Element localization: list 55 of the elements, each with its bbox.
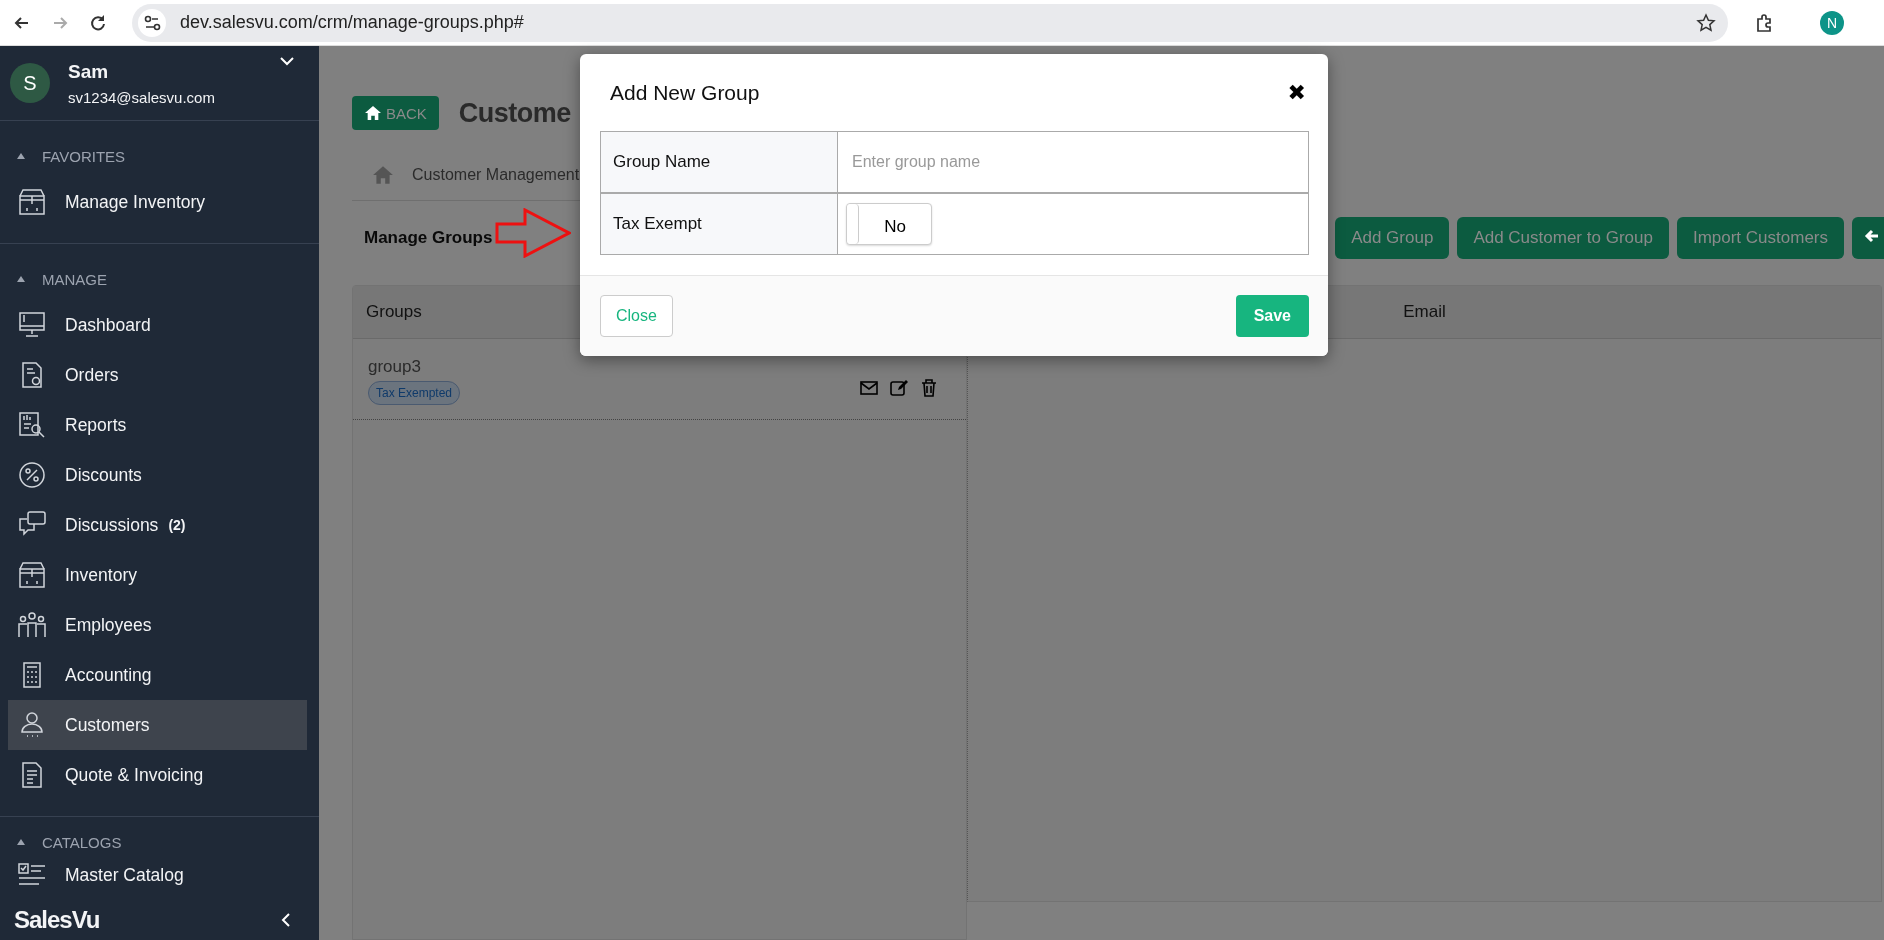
back-arrow-button[interactable] [1852, 217, 1884, 259]
collapse-triangle-icon [16, 275, 26, 283]
url-text: dev.salesvu.com/crm/manage-groups.php# [180, 12, 525, 33]
arrow-left-icon [1864, 227, 1880, 244]
page-title: Custome [458, 97, 571, 129]
user-avatar: S [10, 63, 50, 103]
profile-avatar[interactable]: N [1820, 10, 1844, 35]
section-header[interactable]: CATALOGS [0, 831, 319, 853]
section-header[interactable]: MANAGE [0, 268, 319, 290]
collapse-triangle-icon [16, 838, 26, 846]
sidebar-item[interactable]: Master Catalog [8, 855, 307, 895]
close-button[interactable]: ✖ [1281, 80, 1312, 105]
sidebar-item[interactable]: Dashboard [8, 300, 307, 350]
sidebar-item[interactable]: Discounts [8, 450, 307, 500]
store-icon [17, 187, 47, 217]
user-name: Sam [68, 60, 110, 83]
sidebar-item[interactable]: Customers [8, 700, 307, 750]
collapse-triangle-icon [16, 152, 26, 160]
sidebar-item[interactable]: Orders [8, 350, 307, 400]
column-header: Groups [366, 302, 422, 322]
trash-icon[interactable] [920, 379, 938, 397]
breadcrumb-link[interactable]: Customer Management [412, 166, 580, 184]
column-header: Email [1403, 302, 1446, 322]
bookmark-star-icon[interactable] [1696, 12, 1716, 33]
toggle-switch[interactable]: No [846, 203, 932, 245]
monitor-icon [17, 310, 47, 340]
chevron-down-icon[interactable] [279, 56, 295, 66]
brand-logo: SalesVu [14, 906, 100, 934]
report-icon [17, 410, 47, 440]
extensions-icon[interactable] [1754, 12, 1774, 33]
site-settings-icon[interactable] [138, 8, 166, 37]
sidebar-item[interactable]: Employees [8, 600, 307, 650]
collapse-sidebar-icon[interactable] [281, 912, 291, 928]
sidebar-item[interactable]: Manage Inventory [8, 177, 307, 227]
field-label: Tax Exempt [601, 194, 838, 254]
section-header[interactable]: FAVORITES [0, 145, 319, 167]
unread-count: (2) [168, 517, 186, 533]
group-name: group3 [368, 357, 422, 377]
status-badge: Tax Exempted [368, 381, 461, 405]
people-icon [17, 610, 47, 640]
percent-icon [17, 460, 47, 490]
section-title: Manage Groups [364, 228, 493, 248]
edit-icon[interactable] [890, 379, 908, 397]
sidebar-item[interactable]: Inventory [8, 550, 307, 600]
mail-icon[interactable] [860, 379, 878, 397]
sidebar-item[interactable]: Discussions (2) [8, 500, 307, 550]
sidebar-item[interactable]: Accounting [8, 650, 307, 700]
dialog-title: Add New Group [610, 80, 760, 105]
address-bar[interactable]: dev.salesvu.com/crm/manage-groups.php# [132, 3, 1728, 42]
sidebar-item[interactable]: Quote & Invoicing [8, 750, 307, 800]
user-email: sv1234@salesvu.com [68, 88, 216, 106]
field-label: Group Name [601, 132, 838, 192]
home-icon [364, 105, 382, 121]
store-icon [17, 560, 47, 590]
sidebar-item[interactable]: Reports [8, 400, 307, 450]
